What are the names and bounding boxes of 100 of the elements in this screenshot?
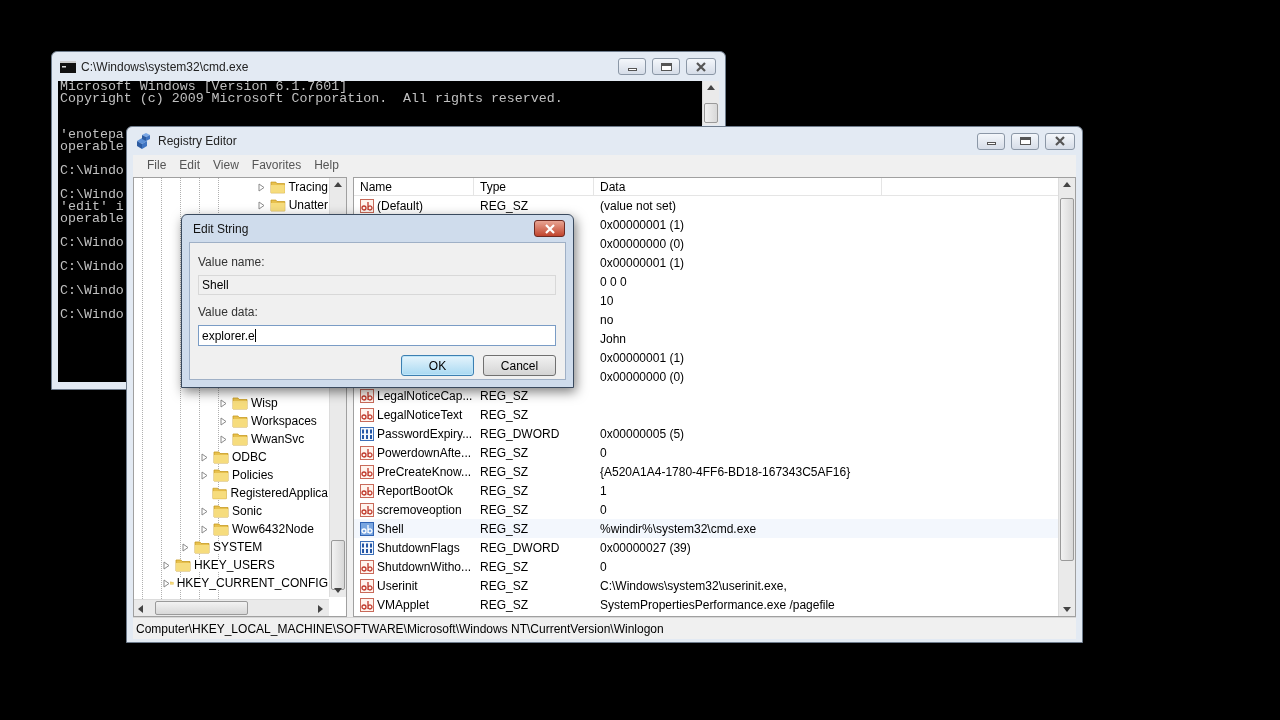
scroll-left-icon[interactable]: [138, 605, 143, 613]
tree-item[interactable]: Wisp: [251, 397, 279, 409]
tree-item[interactable]: Wow6432Node: [232, 523, 315, 535]
expand-arrow-icon[interactable]: [201, 506, 208, 516]
string-value-icon: [360, 388, 374, 403]
value-row[interactable]: (Default) REG_SZ (value not set): [354, 196, 1058, 215]
folder-icon: [232, 396, 248, 410]
value-row[interactable]: LegalNoticeCap... REG_SZ: [354, 386, 1058, 405]
console-line: C:\Windo: [60, 189, 124, 201]
column-header[interactable]: Type: [474, 178, 594, 195]
string-value-icon: [360, 198, 374, 213]
console-line: C:\Windo: [60, 261, 124, 273]
field-label: Value name:: [198, 254, 266, 271]
string-value-icon: [360, 578, 374, 593]
value-type: REG_DWORD: [480, 428, 560, 439]
value-row[interactable]: VMApplet REG_SZ SystemPropertiesPerformance.exe /pagefile: [354, 595, 1058, 614]
console-line: operable: [60, 213, 124, 225]
expand-arrow-icon[interactable]: [201, 452, 208, 462]
value-name: PasswordExpiry...: [377, 428, 473, 439]
menu-item[interactable]: Favorites: [245, 156, 308, 174]
tree-item[interactable]: Workspaces: [251, 415, 318, 427]
expand-arrow-icon[interactable]: [258, 200, 265, 210]
value-data: 0x00000000 (0): [600, 236, 685, 251]
expand-arrow-icon[interactable]: [220, 434, 227, 444]
value-row[interactable]: Shell REG_SZ %windir%\system32\cmd.exe: [354, 519, 1058, 538]
registry-cubes-icon: [135, 133, 152, 149]
expand-arrow-icon[interactable]: [220, 416, 227, 426]
value-data: John: [600, 331, 627, 346]
value-row[interactable]: PowerdownAfte... REG_SZ 0: [354, 443, 1058, 462]
tree-item[interactable]: SYSTEM: [213, 541, 264, 553]
value-name-field[interactable]: Shell: [198, 275, 556, 295]
tree-item[interactable]: HKEY_CURRENT_CONFIG: [176, 577, 329, 589]
scroll-down-icon[interactable]: [1063, 607, 1071, 612]
horizontal-scrollbar[interactable]: [134, 599, 329, 616]
expand-arrow-icon[interactable]: [163, 578, 170, 588]
value-type: REG_SZ: [480, 390, 528, 401]
folder-icon: [232, 414, 248, 428]
menu-item[interactable]: View: [207, 156, 245, 174]
tree-item[interactable]: Sonic: [232, 505, 264, 517]
value-row[interactable]: Userinit REG_SZ C:\Windows\system32\userinit.exe,: [354, 576, 1058, 595]
string-value-icon: [360, 502, 374, 517]
tree-item[interactable]: RegisteredApplica: [230, 487, 329, 499]
tree-item[interactable]: Tracing: [288, 181, 329, 193]
minimize-button[interactable]: [618, 58, 646, 75]
value-name: PowerdownAfte...: [377, 447, 472, 458]
expand-arrow-icon[interactable]: [258, 182, 265, 192]
status-bar: Computer\HKEY_LOCAL_MACHINE\SOFTWARE\Microsoft\Windows NT\CurrentVersion\Winlogon: [133, 617, 1076, 639]
dialog-button[interactable]: Cancel: [483, 355, 556, 376]
menu-item[interactable]: Help: [308, 156, 345, 174]
value-data: (value not set): [600, 198, 677, 213]
value-name: Userinit: [377, 580, 418, 591]
dialog-button[interactable]: OK: [401, 355, 474, 376]
maximize-button[interactable]: [1011, 132, 1039, 150]
value-row[interactable]: ShutdownWitho... REG_SZ 0: [354, 557, 1058, 576]
value-data: 0x00000027 (39): [600, 540, 691, 555]
maximize-button[interactable]: [652, 58, 680, 75]
expand-arrow-icon[interactable]: [201, 524, 208, 534]
value-row[interactable]: PasswordExpiry... REG_DWORD 0x00000005 (5): [354, 424, 1058, 443]
column-header[interactable]: Data: [594, 178, 882, 195]
value-data-field[interactable]: explorer.e: [198, 325, 556, 346]
value-data: 0: [600, 559, 607, 574]
expand-arrow-icon[interactable]: [201, 470, 208, 480]
console-line: operable: [60, 141, 124, 153]
column-header[interactable]: Name: [354, 178, 474, 195]
close-button[interactable]: [1045, 132, 1075, 150]
value-type: REG_SZ: [480, 466, 528, 477]
tree-item[interactable]: WwanSvc: [251, 433, 306, 445]
value-type: REG_SZ: [480, 200, 528, 211]
string-value-icon: [360, 559, 374, 574]
expand-arrow-icon[interactable]: [220, 398, 227, 408]
close-icon: [695, 61, 707, 72]
scroll-down-icon[interactable]: [334, 588, 342, 593]
menu-item[interactable]: File: [141, 156, 173, 174]
close-button[interactable]: [686, 58, 716, 75]
scroll-up-icon[interactable]: [1063, 182, 1071, 187]
value-row[interactable]: scremoveoption REG_SZ 0: [354, 500, 1058, 519]
value-row[interactable]: LegalNoticeText REG_SZ: [354, 405, 1058, 424]
value-row[interactable]: ReportBootOk REG_SZ 1: [354, 481, 1058, 500]
close-icon: [543, 223, 556, 234]
menu-item[interactable]: Edit: [173, 156, 207, 174]
scroll-right-icon[interactable]: [318, 605, 323, 613]
close-button[interactable]: [534, 220, 565, 237]
folder-icon: [232, 432, 248, 446]
value-data: 0x00000001 (1): [600, 255, 685, 270]
minimize-button[interactable]: [977, 132, 1005, 150]
value-row[interactable]: ShutdownFlags REG_DWORD 0x00000027 (39): [354, 538, 1058, 557]
value-row[interactable]: PreCreateKnow... REG_SZ {A520A1A4-1780-4FF6-BD18-167343C5AF16}: [354, 462, 1058, 481]
folder-icon: [269, 180, 286, 194]
scroll-up-icon[interactable]: [707, 85, 715, 90]
expand-arrow-icon[interactable]: [182, 542, 189, 552]
tree-item[interactable]: Policies: [232, 469, 275, 481]
console-icon: [60, 60, 76, 73]
scroll-up-icon[interactable]: [334, 182, 342, 187]
value-type: REG_SZ: [480, 447, 528, 458]
tree-item[interactable]: ODBC: [232, 451, 268, 463]
console-line: C:\Windo: [60, 285, 124, 297]
string-value-icon: [360, 407, 374, 422]
expand-arrow-icon[interactable]: [163, 560, 170, 570]
tree-item[interactable]: Unatter: [288, 199, 329, 211]
tree-item[interactable]: HKEY_USERS: [194, 559, 276, 571]
